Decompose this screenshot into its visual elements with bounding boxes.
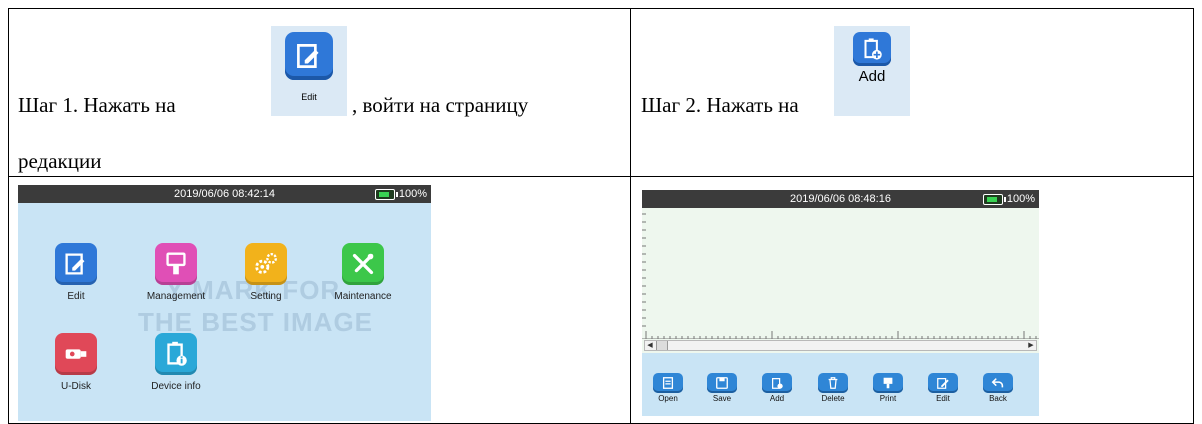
main-menu-screenshot: 2019/06/06 08:42:14 100% Y MARK FOR THE …	[18, 185, 431, 421]
toolbar-add-label: Add	[769, 394, 785, 403]
app-maintenance[interactable]: Maintenance	[326, 243, 400, 302]
step1-text-part2: , войти на страницу	[352, 93, 529, 117]
print-icon	[873, 373, 903, 393]
toolbar-edit-button[interactable]: Edit	[925, 373, 961, 403]
usb-icon	[55, 333, 97, 375]
save-icon	[707, 373, 737, 393]
toolbar-save-label: Save	[712, 394, 732, 403]
scroll-right-arrow[interactable]: ▶	[1026, 341, 1036, 350]
editor-screenshot: 2019/06/06 08:48:16 100% ◀ ▶ Open Save A…	[642, 190, 1039, 416]
step1-icon-caption: Edit	[301, 92, 317, 102]
table-border-left	[8, 8, 9, 424]
step2-add-icon-button: Add	[834, 26, 910, 116]
edit-canvas[interactable]: ◀ ▶	[642, 208, 1039, 353]
app-setting[interactable]: Setting	[236, 243, 296, 302]
app-u-disk-label: U-Disk	[61, 381, 91, 392]
horizontal-ruler	[642, 331, 1039, 339]
delete-icon	[818, 373, 848, 393]
status-bar-editor: 2019/06/06 08:48:16 100%	[642, 190, 1039, 208]
table-row-divider	[8, 176, 1194, 177]
step1-text-part1: Шаг 1. Нажать на	[18, 93, 176, 117]
status-bar: 2019/06/06 08:42:14 100%	[18, 185, 431, 203]
toolbar-back-label: Back	[989, 394, 1007, 403]
table-column-divider	[630, 8, 631, 424]
app-management[interactable]: Management	[141, 243, 211, 302]
toolbar-open-button[interactable]: Open	[650, 373, 686, 403]
toolbar-delete-button[interactable]: Delete	[815, 373, 851, 403]
app-u-disk[interactable]: U-Disk	[46, 333, 106, 392]
app-edit[interactable]: Edit	[46, 243, 106, 302]
tools-icon	[342, 243, 384, 285]
status-datetime-editor: 2019/06/06 08:48:16	[790, 193, 891, 205]
scroll-left-arrow[interactable]: ◀	[645, 341, 655, 350]
toolbar-print-button[interactable]: Print	[870, 373, 906, 403]
info-icon	[155, 333, 197, 375]
printer-head-icon	[155, 243, 197, 285]
toolbar-edit-label: Edit	[936, 394, 950, 403]
table-border-top	[8, 8, 1194, 9]
open-icon	[653, 373, 683, 393]
toolbar-save-button[interactable]: Save	[704, 373, 740, 403]
battery-icon	[374, 188, 398, 200]
toolbar-print-label: Print	[879, 394, 897, 403]
edit-icon	[55, 243, 97, 285]
scroll-thumb[interactable]	[656, 341, 668, 350]
battery-percent: 100%	[398, 188, 427, 200]
app-maintenance-label: Maintenance	[334, 291, 392, 302]
step2-icon-caption: Add	[858, 68, 886, 85]
horizontal-scrollbar[interactable]: ◀ ▶	[644, 340, 1037, 351]
step1-edit-icon-button: Edit	[271, 26, 347, 116]
battery-indicator-editor: 100%	[982, 190, 1035, 208]
battery-percent-editor: 100%	[1006, 193, 1035, 205]
table-border-right	[1193, 8, 1194, 424]
gears-icon	[245, 243, 287, 285]
toolbar-back-button[interactable]: Back	[980, 373, 1016, 403]
toolbar-open-label: Open	[658, 394, 678, 403]
app-setting-label: Setting	[250, 291, 282, 302]
add-icon	[762, 373, 792, 393]
add-icon	[853, 32, 891, 66]
toolbar-add-button[interactable]: Add	[759, 373, 795, 403]
edit-icon	[928, 373, 958, 393]
app-device-info-label: Device info	[151, 381, 201, 392]
battery-icon	[982, 193, 1006, 205]
step1-text-line2: редакции	[18, 149, 102, 173]
back-icon	[983, 373, 1013, 393]
vertical-ruler	[642, 213, 646, 327]
app-device-info[interactable]: Device info	[141, 333, 211, 392]
step2-text: Шаг 2. Нажать на	[641, 93, 799, 117]
edit-icon	[285, 32, 333, 80]
status-datetime: 2019/06/06 08:42:14	[174, 188, 275, 200]
toolbar-delete-label: Delete	[821, 394, 845, 403]
battery-indicator: 100%	[374, 185, 427, 203]
app-edit-label: Edit	[67, 291, 85, 302]
app-management-label: Management	[146, 291, 206, 302]
